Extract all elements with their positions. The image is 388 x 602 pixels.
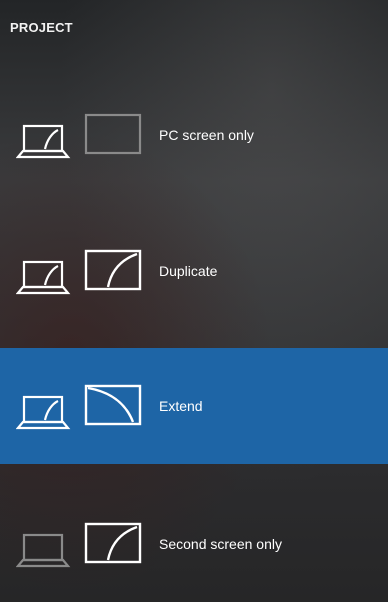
project-panel: PROJECT PC screen only Duplicate Extend … [0,0,388,602]
option-extend[interactable]: Extend [0,348,388,464]
option-label-second-screen-only: Second screen only [159,536,282,552]
option-label-duplicate: Duplicate [159,263,218,279]
laptop-icon [16,395,71,430]
option-label-pc-screen-only: PC screen only [159,127,254,143]
laptop-icon [16,124,71,159]
option-pc-screen-only[interactable]: PC screen only [0,77,388,193]
duplicate-icon [16,249,142,295]
laptop-icon [16,260,71,295]
option-duplicate[interactable]: Duplicate [0,213,388,329]
monitor-icon [84,249,142,291]
option-second-screen-only[interactable]: Second screen only [0,486,388,602]
pc-screen-only-icon [16,113,142,159]
monitor-icon [84,384,142,426]
option-label-extend: Extend [159,398,203,414]
extend-icon [16,384,142,430]
panel-title: PROJECT [10,20,73,35]
second-screen-only-icon [16,522,142,568]
monitor-icon [84,113,142,155]
monitor-icon [84,522,142,564]
laptop-icon [16,533,71,568]
